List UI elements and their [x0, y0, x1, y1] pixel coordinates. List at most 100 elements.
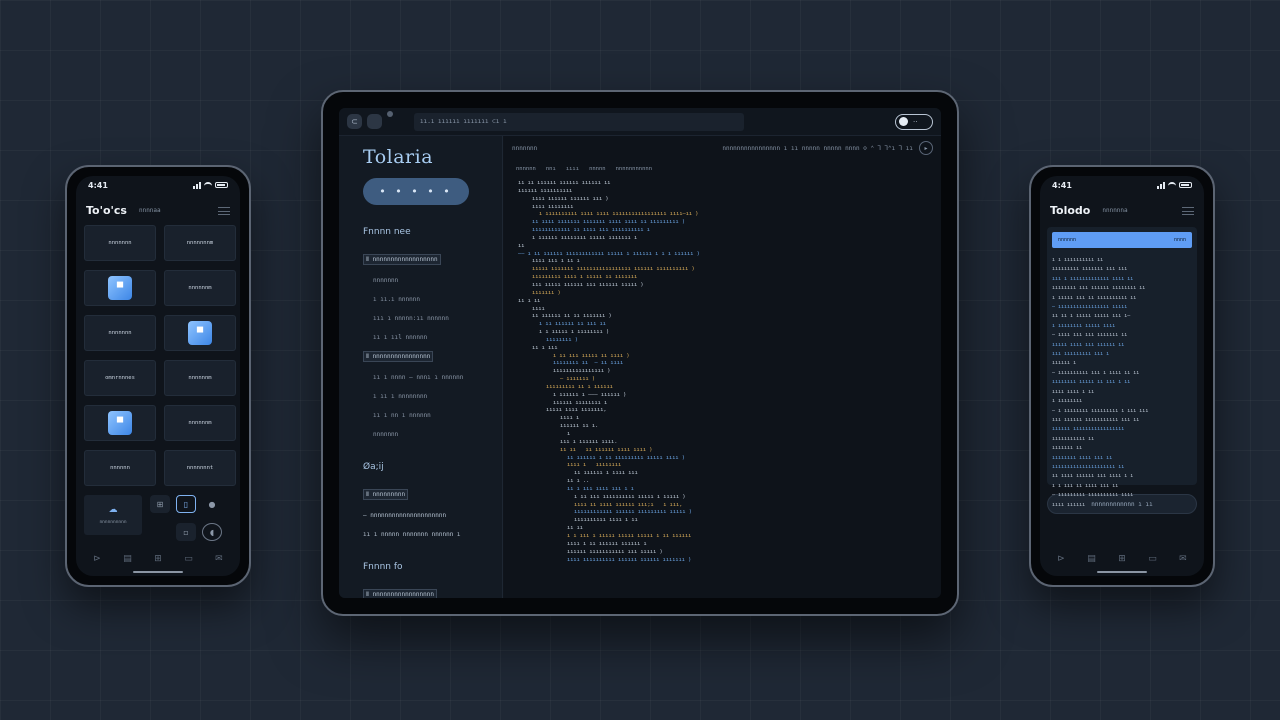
- sidebar-item[interactable]: ıı ı nn ı nnnnnn: [363, 402, 502, 421]
- sidebar-section-title[interactable]: Fnnnn fo: [363, 562, 502, 572]
- tile[interactable]: omnrnnnes: [84, 360, 156, 396]
- list-line[interactable]: ııııııııııııııııııııı ıı: [1052, 463, 1192, 472]
- tab-icon[interactable]: [367, 114, 382, 129]
- theme-toggle[interactable]: ··: [895, 113, 933, 130]
- sidebar-item[interactable]: nnnnnnn: [363, 421, 502, 440]
- menu-icon[interactable]: [218, 206, 230, 215]
- tile[interactable]: nnnnnnnt: [164, 450, 236, 486]
- dot-icon[interactable]: ●: [202, 495, 222, 513]
- tile[interactable]: ▀: [84, 270, 156, 306]
- tile[interactable]: nnnnnnm: [164, 270, 236, 306]
- sidebar-item[interactable]: ıı ı ııl nnnnnn: [363, 324, 502, 343]
- sidebar-item[interactable]: Ⅱ nnnnnnnnnnnnnnnnnn: [363, 246, 502, 267]
- list-line[interactable]: — ıııı ııı ııı ııııııı ıı: [1052, 331, 1192, 340]
- tile[interactable]: ▀: [164, 315, 236, 351]
- cloud-widget[interactable]: ☁ nnnnnnnnnn: [84, 495, 142, 535]
- tile[interactable]: nnnnnnm: [164, 405, 236, 441]
- play-icon[interactable]: ▸: [919, 141, 933, 155]
- sidebar-item[interactable]: — nnnnnnnnnnnnnnnnnnnnn: [363, 502, 502, 521]
- sidebar-item[interactable]: Ⅱ nnnnnnnnnnnnnnnn: [363, 343, 502, 364]
- tile-label: omnrnnnes: [105, 375, 135, 381]
- list-line[interactable]: ı ı ıııııııııı ıı: [1052, 256, 1192, 265]
- tab-bar-icon[interactable]: ▭: [184, 554, 193, 564]
- code-line: ıııı ıııııı ıııııı ııı ): [532, 195, 609, 202]
- wifi-icon: [1168, 182, 1176, 188]
- tile[interactable]: nnnnnnnm: [164, 225, 236, 261]
- grid-icon[interactable]: ⊞: [150, 495, 170, 513]
- list-line[interactable]: ıııı ıııı ı ıı: [1052, 388, 1192, 397]
- list-line[interactable]: — ıııııııııı ııı ı ıııı ıı ıı: [1052, 369, 1192, 378]
- code-line: ıı ıııııı ıı ıı ııııııı ): [532, 313, 612, 320]
- app-brand: Tolaria: [363, 146, 434, 168]
- sidebar-item[interactable]: ıı ı nnnn – nnnı ı nnnnnn: [363, 364, 502, 383]
- sidebar-item[interactable]: Ⅱ nnnnnnnnn: [363, 481, 502, 502]
- editor-tab[interactable]: nnı: [546, 166, 556, 172]
- lock-icon[interactable]: ▯: [176, 495, 196, 513]
- code-line: ıııııııııııııııı ): [553, 368, 611, 375]
- tab-bar-icon[interactable]: ▤: [123, 554, 132, 564]
- list-line[interactable]: ı ııııı ııı ıı ıııııııııı ıı: [1052, 294, 1192, 303]
- tile[interactable]: nnnnnnm: [164, 360, 236, 396]
- tile[interactable]: ▀: [84, 405, 156, 441]
- list-line[interactable]: ııııııııı ııııııı ııı ııı: [1052, 265, 1192, 274]
- code-editor[interactable]: nnnnnnn nnnnnnnnnnnnnnnn ı ıı nnnnn nnnn…: [504, 136, 941, 598]
- box-icon[interactable]: ▫: [176, 523, 196, 541]
- tile[interactable]: nnnnnnn: [84, 315, 156, 351]
- status-bar: 4:41: [1040, 176, 1204, 194]
- sidebar-section-title[interactable]: Øa;ij: [363, 462, 502, 472]
- tab-bar-icon[interactable]: ⊳: [93, 554, 101, 564]
- menu-icon[interactable]: [1182, 206, 1194, 215]
- code-line: ıııııııııııı ıııııı ııııııııı ııııı ): [574, 509, 692, 516]
- tile-label: nnnnnnm: [188, 285, 212, 291]
- list-line[interactable]: ııııııııııı ıı: [1052, 435, 1192, 444]
- tab-bar-icon[interactable]: ▭: [1148, 554, 1157, 564]
- back-icon[interactable]: ⊂: [347, 114, 362, 129]
- list-line[interactable]: ıııııııı ııııı ıı ııı ı ıı: [1052, 378, 1192, 387]
- editor-toolbar[interactable]: nnnnnnnnnnnnnnnn ı ıı nnnnn nnnnn nnnn ⊙…: [722, 145, 913, 152]
- code-area[interactable]: ıı ıı ıııııı ıııııı ıııııı ıı ıııııı ıııı…: [504, 180, 941, 564]
- sidebar-section-title[interactable]: Fnnnn nee: [363, 227, 502, 237]
- tile[interactable]: nnnnnnn: [84, 225, 156, 261]
- editor-tab[interactable]: nnnnnn: [516, 166, 536, 172]
- selected-item-bar[interactable]: nnnnnn nnnn: [1052, 232, 1192, 248]
- editor-tab[interactable]: nnnnn: [589, 166, 606, 172]
- list-line[interactable]: ııı ıııııı ııııııııııı ııı ıı: [1052, 416, 1192, 425]
- tab-bar-icon[interactable]: ✉: [215, 554, 223, 564]
- list-line[interactable]: ııııı ıııı ııı ıııııı ıı: [1052, 341, 1192, 350]
- list-line[interactable]: ııııııı ıı: [1052, 444, 1192, 453]
- list-line[interactable]: ı ı ııı ıı ıııı ııı ıı: [1052, 482, 1192, 491]
- list-line[interactable]: ıııııııı ııı ıııııı ıııııııı ıı: [1052, 284, 1192, 293]
- list-line[interactable]: — ı ıııııııı ııııııııı ı ııı ııı: [1052, 407, 1192, 416]
- tab-bar-icon[interactable]: ⊳: [1057, 554, 1065, 564]
- list-line[interactable]: ı ıııııııı: [1052, 397, 1192, 406]
- address-bar[interactable]: ıı.ı ıııııı ııııııı ⊂ı ı: [414, 112, 744, 131]
- list-line[interactable]: ıı ıı ı ııııı ııııı ııı ı—: [1052, 312, 1192, 321]
- list-line[interactable]: ıııııı ııııııııııııııııı: [1052, 425, 1192, 434]
- list-line[interactable]: — ııııııııııııııııı ııııı: [1052, 303, 1192, 312]
- power-icon[interactable]: ◖: [202, 523, 222, 541]
- sidebar-section: Fnnnn foⅡ nnnnnnnnnnnnnnnnn— nnnnn nnn n…: [363, 562, 502, 598]
- list-line[interactable]: ııı ııııııııı ııı ı: [1052, 350, 1192, 359]
- sidebar-item[interactable]: ııı ı nnnnn:ıı nnnnnn: [363, 305, 502, 324]
- primary-pill-button[interactable]: • • • • •: [363, 178, 469, 205]
- list-line[interactable]: ııı ı ııııııııııııı ıııı ıı: [1052, 275, 1192, 284]
- list-line[interactable]: ıııııııı ıııı ııı ıı: [1052, 454, 1192, 463]
- sidebar-item-label: ı ıı.ı nnnnnn: [373, 296, 420, 303]
- tab-bar-icon[interactable]: ⊞: [154, 554, 162, 564]
- code-line: ıııı ıııııııı: [532, 203, 574, 210]
- tab-bar-icon[interactable]: ⊞: [1118, 554, 1126, 564]
- sidebar-item[interactable]: Ⅱ nnnnnnnnnnnnnnnnn: [363, 581, 502, 598]
- tile[interactable]: nnnnnn: [84, 450, 156, 486]
- editor-tab[interactable]: nnnnnnnnnnn: [616, 166, 652, 172]
- editor-tab[interactable]: ıııı: [566, 166, 579, 172]
- tab-bar-icon[interactable]: ▤: [1087, 554, 1096, 564]
- sidebar-item[interactable]: ıı ı nnnnn nnnnnnn nnnnnn ı: [363, 521, 502, 540]
- list-line[interactable]: ı ıııııııı ııııı ıııı: [1052, 322, 1192, 331]
- sidebar-item[interactable]: ı ıı ı nnnnnnnn: [363, 383, 502, 402]
- tab-bar-icon[interactable]: ✉: [1179, 554, 1187, 564]
- list-line[interactable]: ıııııı ı: [1052, 359, 1192, 368]
- sidebar-item[interactable]: ı ıı.ı nnnnnn: [363, 286, 502, 305]
- sidebar-item[interactable]: nnnnnnn: [363, 267, 502, 286]
- sidebar-item-label: ıı ı nnnnn nnnnnnn nnnnnn ı: [363, 531, 461, 538]
- list-line[interactable]: ıı ıııı ıııııı ııı ıııı ı ı: [1052, 472, 1192, 481]
